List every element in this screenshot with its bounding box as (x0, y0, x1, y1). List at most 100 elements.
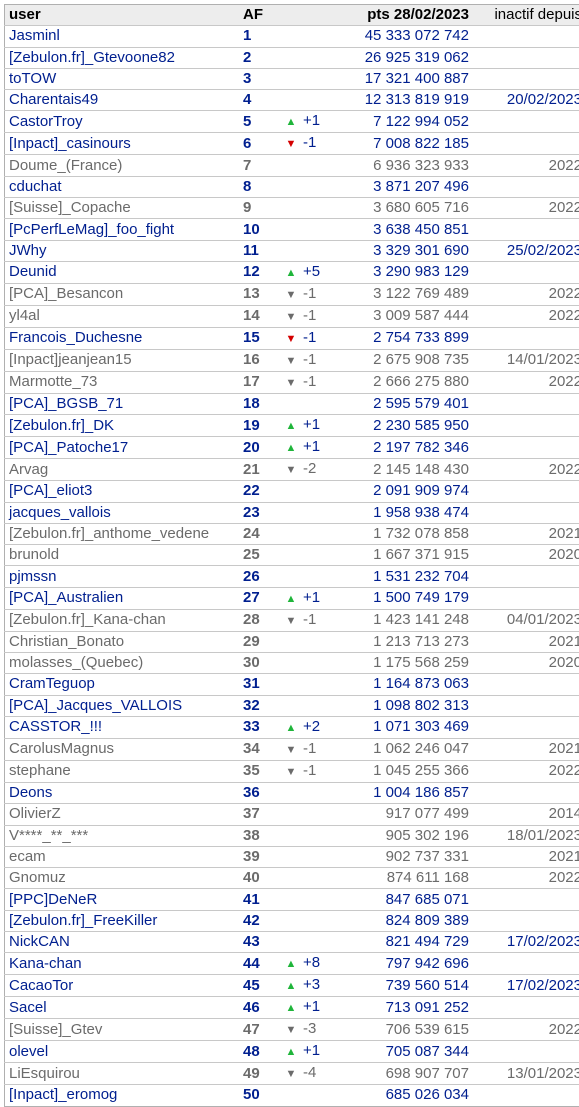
table-row[interactable]: CarolusMagnus34▼-11 062 246 0472021 (5, 738, 579, 760)
table-row[interactable]: Arvag21▼-22 145 148 4302022 (5, 459, 579, 481)
user-cell: [PCA]_BGSB_71 (5, 393, 240, 414)
points-cell: 905 302 196 (343, 825, 483, 846)
table-row[interactable]: cduchat83 871 207 496 (5, 176, 579, 197)
table-row[interactable]: [Zebulon.fr]_FreeKiller42824 809 389 (5, 910, 579, 931)
inactive-since-cell (483, 674, 579, 695)
inactive-since-cell: 2021 (483, 738, 579, 760)
table-row[interactable]: [Inpact]_casinours6▼-17 008 822 185 (5, 133, 579, 155)
move-delta: -3 (303, 1019, 316, 1039)
inactive-since-cell: 2021 (483, 846, 579, 867)
table-row[interactable]: [PCA]_Jacques_VALLOIS321 098 802 313 (5, 695, 579, 716)
move-cell: ▲ +1 (281, 415, 343, 437)
rank-cell: 25 (239, 545, 281, 566)
table-row[interactable]: V****_**_***38905 302 19618/01/2023 (5, 825, 579, 846)
table-row[interactable]: Deunid12▲+53 290 983 129 (5, 261, 579, 283)
points-cell: 17 321 400 887 (343, 68, 483, 89)
up-arrow-icon: ▲ (285, 416, 297, 436)
move-cell (281, 26, 343, 47)
rank-cell: 30 (239, 653, 281, 674)
table-row[interactable]: toTOW317 321 400 887 (5, 68, 579, 89)
points-cell: 739 560 514 (343, 975, 483, 997)
table-row[interactable]: CASSTOR_!!!33▲+21 071 303 469 (5, 716, 579, 738)
points-cell: 2 145 148 430 (343, 459, 483, 481)
table-row[interactable]: [Zebulon.fr]_anthome_vedene241 732 078 8… (5, 523, 579, 544)
rank-cell: 23 (239, 502, 281, 523)
table-row[interactable]: molasses_(Quebec)301 175 568 2592020 (5, 653, 579, 674)
table-row[interactable]: Francois_Duchesne15▼-12 754 733 899 (5, 327, 579, 349)
table-row[interactable]: [PCA]_Patoche1720▲+12 197 782 346 (5, 437, 579, 459)
table-row[interactable]: Charentais49412 313 819 91920/02/2023 (5, 90, 579, 111)
table-row[interactable]: [PCA]_Besancon13▼-13 122 769 4892022 (5, 283, 579, 305)
table-row[interactable]: [PCA]_BGSB_71182 595 579 401 (5, 393, 579, 414)
table-row[interactable]: OlivierZ37917 077 4992014 (5, 804, 579, 825)
table-row[interactable]: Doume_(France)76 936 323 9332022 (5, 155, 579, 176)
table-row[interactable]: yl4al14▼-13 009 587 4442022 (5, 305, 579, 327)
table-row[interactable]: NickCAN43821 494 72917/02/2023 (5, 932, 579, 953)
points-cell: 1 062 246 047 (343, 738, 483, 760)
move-cell (281, 782, 343, 803)
table-row[interactable]: ecam39902 737 3312021 (5, 846, 579, 867)
table-row[interactable]: Marmotte_7317▼-12 666 275 8802022 (5, 371, 579, 393)
rank-cell: 38 (239, 825, 281, 846)
points-cell: 3 009 587 444 (343, 305, 483, 327)
user-cell: LiEsquirou (5, 1063, 240, 1085)
inactive-since-cell (483, 219, 579, 240)
table-row[interactable]: [PCA]_eliot3222 091 909 974 (5, 481, 579, 502)
table-row[interactable]: jacques_vallois23 1 958 938 474 (5, 502, 579, 523)
table-row[interactable]: Sacel46▲+1713 091 252 (5, 997, 579, 1019)
table-row[interactable]: Gnomuz40874 611 1682022 (5, 868, 579, 889)
points-cell: 1 958 938 474 (343, 502, 483, 523)
user-cell: pjmssn (5, 566, 240, 587)
table-row[interactable]: Christian_Bonato291 213 713 2732021 (5, 631, 579, 652)
move-cell (281, 695, 343, 716)
table-row[interactable]: brunold251 667 371 9152020 (5, 545, 579, 566)
move-cell: ▼-4 (281, 1063, 343, 1085)
table-row[interactable]: CacaoTor45▲+3739 560 51417/02/2023 (5, 975, 579, 997)
table-row[interactable]: [Inpact]jeanjean1516▼-12 675 908 73514/0… (5, 349, 579, 371)
table-row[interactable]: [Zebulon.fr]_DK19▲+12 230 585 950 (5, 415, 579, 437)
table-row[interactable]: [Suisse]_Gtev47▼-3706 539 6152022 (5, 1019, 579, 1041)
table-row[interactable]: stephane35▼-11 045 255 3662022 (5, 760, 579, 782)
points-cell: 917 077 499 (343, 804, 483, 825)
inactive-since-cell: 2020 (483, 545, 579, 566)
table-row[interactable]: [Suisse]_Copache93 680 605 7162022 (5, 198, 579, 219)
points-cell: 3 680 605 716 (343, 198, 483, 219)
points-cell: 2 666 275 880 (343, 371, 483, 393)
table-row[interactable]: CastorTroy5▲+17 122 994 052 (5, 111, 579, 133)
user-cell: Christian_Bonato (5, 631, 240, 652)
table-row[interactable]: Jasminl145 333 072 742 (5, 26, 579, 47)
move-cell (281, 502, 343, 523)
points-cell: 2 197 782 346 (343, 437, 483, 459)
header-af[interactable]: AF (239, 5, 281, 26)
table-row[interactable]: [Zebulon.fr]_Kana-chan28▼-11 423 141 248… (5, 609, 579, 631)
table-row[interactable]: olevel48▲+1705 087 344 (5, 1041, 579, 1063)
table-row[interactable]: JWhy113 329 301 69025/02/2023 (5, 240, 579, 261)
table-row[interactable]: pjmssn261 531 232 704 (5, 566, 579, 587)
up-arrow-icon: ▲ (285, 976, 297, 996)
rank-cell: 14 (239, 305, 281, 327)
header-points[interactable]: pts 28/02/2023 (343, 5, 483, 26)
move-delta: +1 (303, 997, 320, 1017)
points-cell: 1 500 749 179 (343, 587, 483, 609)
table-row[interactable]: [PcPerfLeMag]_foo_fight103 638 450 851 (5, 219, 579, 240)
points-cell: 1 164 873 063 (343, 674, 483, 695)
table-row[interactable]: [Inpact]_eromog50685 026 034 (5, 1085, 579, 1106)
inactive-since-cell (483, 133, 579, 155)
header-inactive-since[interactable]: inactif depuis (483, 5, 579, 26)
table-row[interactable]: [PCA]_Australien27▲+11 500 749 179 (5, 587, 579, 609)
table-row[interactable]: Deons361 004 186 857 (5, 782, 579, 803)
header-row: user AF pts 28/02/2023 inactif depuis (5, 5, 579, 26)
inactive-since-cell (483, 695, 579, 716)
user-cell: ecam (5, 846, 240, 867)
move-delta: +1 (303, 415, 320, 435)
rank-cell: 32 (239, 695, 281, 716)
points-cell: 7 122 994 052 (343, 111, 483, 133)
table-row[interactable]: [Zebulon.fr]_Gtevoone82226 925 319 062 (5, 47, 579, 68)
table-row[interactable]: CramTeguop311 164 873 063 (5, 674, 579, 695)
table-row[interactable]: [PPC]DeNeR41847 685 071 (5, 889, 579, 910)
header-user[interactable]: user (5, 5, 240, 26)
table-row[interactable]: LiEsquirou49▼-4698 907 70713/01/2023 (5, 1063, 579, 1085)
table-row[interactable]: Kana-chan44▲+8797 942 696 (5, 953, 579, 975)
user-cell: jacques_vallois (5, 502, 240, 523)
inactive-since-cell (483, 910, 579, 931)
